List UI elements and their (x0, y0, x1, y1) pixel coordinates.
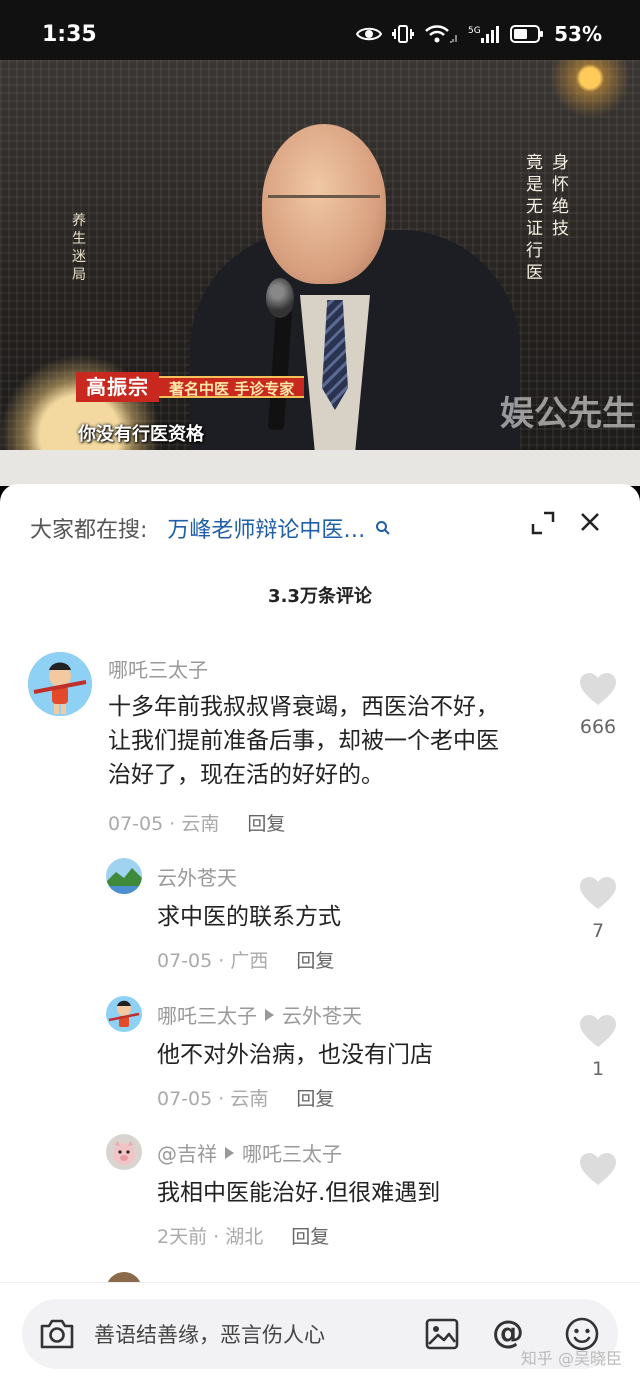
comment-author[interactable]: 哪吒三太子 云外苍天 (157, 1000, 362, 1029)
trending-search-label: 大家都在搜: (30, 518, 148, 543)
comment-author-name[interactable]: 哪吒三太子 (157, 1000, 257, 1029)
comment-location: 云南 (181, 813, 220, 835)
trending-search[interactable]: 大家都在搜: 万峰老师辩论中医… (30, 510, 610, 546)
battery-icon (510, 24, 544, 44)
expand-icon[interactable] (530, 510, 556, 540)
image-icon[interactable] (424, 1316, 460, 1356)
comment-input-bar: 善语结善缘，恶言伤人心 @ 知乎 @吴晓臣 (0, 1282, 640, 1386)
comment-text: 求中医的联系方式 (157, 904, 341, 930)
comment-meta: 2天前 · 湖北 回复 (157, 1222, 329, 1249)
heart-icon[interactable] (579, 1153, 617, 1190)
vibrate-icon (392, 24, 415, 44)
comment-count: 3.3万条评论 (268, 586, 372, 607)
signal-5g-icon: 5G (468, 24, 500, 44)
like-button[interactable]: 7 (578, 876, 618, 942)
avatar[interactable] (106, 1134, 142, 1170)
caption-subtitle: 你没有行医资格 (78, 424, 204, 445)
video-table (0, 450, 640, 486)
heart-icon[interactable] (579, 877, 617, 914)
comment-location: 广西 (230, 950, 269, 972)
like-count: 666 (579, 716, 617, 738)
close-icon[interactable] (578, 510, 602, 538)
status-time: 1:35 (42, 22, 97, 47)
battery-percent: 53% (554, 22, 602, 46)
comment-author-name[interactable]: @吉祥 (157, 1138, 217, 1167)
comment-meta: 07-05 · 云南 回复 (108, 809, 285, 836)
caption-title: 著名中医 手诊专家 (159, 376, 305, 398)
comment-author-name[interactable]: 哪吒三太子 (108, 654, 208, 683)
video-vertical-line: 身怀绝技 (552, 153, 569, 239)
comment-date-location: 07-05 · 广西 (157, 950, 269, 972)
reply-target-name[interactable]: 云外苍天 (282, 1000, 362, 1029)
reply-target-name[interactable]: 哪吒三太子 (242, 1138, 342, 1167)
comment-author[interactable]: @吉祥 哪吒三太子 (157, 1138, 342, 1167)
comment-reply-item: @吉祥 哪吒三太子 我相中医能治好.但很难遇到 2天前 · 湖北 回复 (0, 1130, 640, 1260)
comment-reply-item: 云外苍天 求中医的联系方式 07-05 · 广西 回复 7 (0, 854, 640, 984)
svg-text:5G: 5G (468, 26, 481, 36)
trending-search-query[interactable]: 万峰老师辩论中医… (167, 512, 365, 544)
like-count: 1 (591, 1058, 605, 1080)
video-vertical-line: 竟是无证行医 (526, 153, 543, 283)
comment-date-location: 07-05 · 云南 (157, 1088, 269, 1110)
wifi-icon (424, 24, 458, 44)
reply-arrow-icon (225, 1146, 234, 1159)
video-caption-bar: 高振宗 著名中医 手诊专家 (76, 372, 305, 402)
reply-button[interactable]: 回复 (291, 1222, 329, 1249)
comment-sheet: 大家都在搜: 万峰老师辩论中医… 3.3万条评论 哪吒三太子 十多年前我叔叔肾衰… (0, 484, 640, 1386)
comment-meta: 07-05 · 广西 回复 (157, 946, 334, 973)
avatar[interactable] (106, 996, 142, 1032)
reply-button[interactable]: 回复 (296, 946, 334, 973)
microphone (266, 278, 294, 318)
comment-input-placeholder[interactable]: 善语结善缘，恶言伤人心 (94, 1319, 325, 1349)
like-count: 7 (591, 920, 605, 942)
video-player[interactable]: 养生迷局 身怀绝技 竟是无证行医 高振宗 著名中医 手诊专家 你没有行医资格 娱… (0, 60, 640, 486)
comment-date-location: 07-05 · 云南 (108, 813, 220, 835)
comment-author-name[interactable]: 云外苍天 (157, 862, 237, 891)
comment-text: 我相中医能治好.但很难遇到 (157, 1180, 441, 1206)
heart-icon[interactable] (579, 1015, 617, 1052)
source-watermark: 知乎 @吴晓臣 (520, 1349, 622, 1368)
like-button[interactable]: 1 (578, 1014, 618, 1080)
comment-date: 2天前 (157, 1226, 208, 1248)
avatar[interactable] (106, 858, 142, 894)
search-icon[interactable] (375, 520, 391, 536)
comment-date: 07-05 (157, 1088, 213, 1110)
caption-name: 高振宗 (76, 372, 159, 402)
comment-reply-item: 哪吒三太子 云外苍天 他不对外治病，也没有门店 07-05 · 云南 回复 1 (0, 992, 640, 1122)
avatar[interactable] (28, 652, 92, 716)
comment-date: 07-05 (157, 950, 213, 972)
reply-arrow-icon (265, 1008, 274, 1021)
comment-author[interactable]: 云外苍天 (157, 862, 237, 891)
comment-text: 十多年前我叔叔肾衰竭，西医治不好，让我们提前准备后事，却被一个老中医治好了，现在… (108, 694, 499, 788)
like-button[interactable] (578, 1152, 618, 1190)
comment-item: 哪吒三太子 十多年前我叔叔肾衰竭，西医治不好，让我们提前准备后事，却被一个老中医… (0, 644, 640, 844)
video-left-vertical-text: 养生迷局 (72, 213, 86, 283)
comment-date: 07-05 (108, 813, 164, 835)
camera-icon[interactable] (38, 1316, 76, 1356)
video-right-vertical-text: 身怀绝技 竟是无证行医 (526, 152, 572, 284)
status-icons: 5G 53% (356, 22, 602, 46)
reply-button[interactable]: 回复 (296, 1084, 334, 1111)
comment-author[interactable]: 哪吒三太子 (108, 654, 208, 683)
eye-icon (356, 25, 383, 43)
comment-date-location: 2天前 · 湖北 (157, 1226, 264, 1248)
at-icon[interactable]: @ (492, 1313, 524, 1351)
heart-icon[interactable] (579, 673, 617, 710)
like-button[interactable]: 666 (578, 672, 618, 738)
comment-location: 云南 (230, 1088, 269, 1110)
reply-button[interactable]: 回复 (247, 809, 285, 836)
video-watermark: 娱公先生 (500, 394, 636, 434)
comment-text: 他不对外治病，也没有门店 (157, 1042, 433, 1068)
speaker-glasses (268, 195, 380, 221)
comment-meta: 07-05 · 云南 回复 (157, 1084, 334, 1111)
comment-location: 湖北 (225, 1226, 264, 1248)
